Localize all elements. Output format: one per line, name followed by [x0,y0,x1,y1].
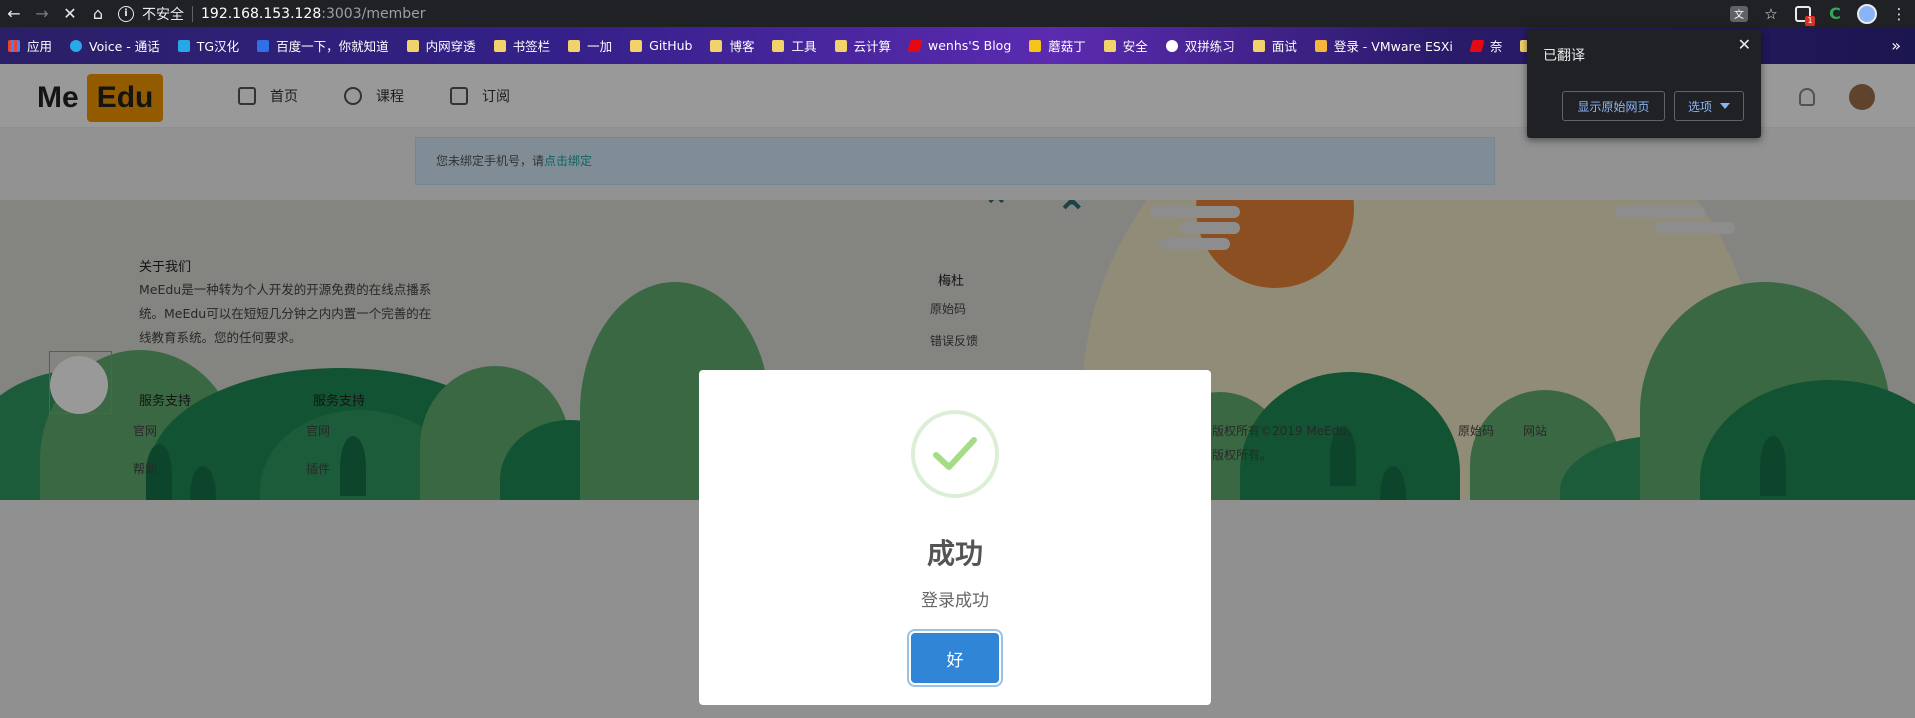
ok-button[interactable]: 好 [911,633,999,683]
apps-icon [8,39,20,52]
bookmark-item[interactable]: 安全 [1103,36,1148,55]
translate-options-label: 选项 [1687,99,1712,114]
bookmark-label: 百度一下，你就知道 [276,39,389,54]
browser-address-bar: ← → ✕ ⌂ i 不安全 192.168.153.128:3003/membe… [0,0,1915,27]
security-label: 不安全 [142,6,184,23]
bookmarks-overflow-icon[interactable]: » [1891,27,1901,64]
stop-loading-icon[interactable]: ✕ [56,0,84,27]
bookmark-item[interactable]: 百度一下，你就知道 [257,36,389,55]
bookmark-item[interactable]: 双拼练习 [1165,36,1235,55]
folder-icon [406,39,419,52]
bookmark-label: 书签栏 [512,39,551,54]
bookmark-label: 登录 - VMware ESXi [1333,39,1453,54]
toolbar-right: 文 ☆ 1 C ⋮ [1723,0,1915,27]
red-icon [1469,39,1485,52]
bookmark-label: 工具 [791,39,817,54]
folder-icon [1252,39,1265,52]
bookmark-label: 蘑菇丁 [1048,39,1086,54]
bookmark-label: wenhs'S Blog [928,38,1012,53]
info-icon[interactable]: i [118,5,134,22]
bookmark-label: 奈 [1489,39,1503,54]
bookmark-label: TG汉化 [196,39,240,54]
bookmark-label: 一加 [587,39,613,54]
modal-message: 登录成功 [921,591,989,611]
bookmark-item[interactable]: 工具 [772,36,817,55]
extension-icon[interactable]: 1 [1787,0,1819,27]
close-icon[interactable]: ✕ [1738,35,1751,54]
bookmark-label: 博客 [729,39,755,54]
star-bookmark-icon[interactable]: ☆ [1755,0,1787,27]
bookmark-label: 安全 [1122,39,1148,54]
bookmark-item[interactable]: 云计算 [834,36,892,55]
bd-icon [257,39,270,52]
folder-icon [710,39,723,52]
bookmark-label: 面试 [1271,39,1297,54]
caret-down-icon [1720,103,1730,109]
bookmark-item[interactable]: 书签栏 [493,36,551,55]
bookmark-item[interactable]: TG汉化 [177,36,240,55]
url-divider [192,5,193,22]
bookmark-label: 云计算 [853,39,892,54]
bookmark-item[interactable]: 奈 [1469,36,1503,55]
bookmark-item[interactable]: 面试 [1252,36,1297,55]
profile-avatar-icon[interactable] [1851,0,1883,27]
green-c-extension-icon[interactable]: C [1819,0,1851,27]
extension-badge: 1 [1805,15,1815,26]
folder-icon [834,39,847,52]
vm-icon [1314,39,1327,52]
translate-popup-title: 已翻译 [1543,48,1585,64]
folder-icon [772,39,785,52]
translate-icon[interactable]: 文 [1723,0,1755,27]
folder-icon [630,39,643,52]
folder-icon [568,39,581,52]
home-icon[interactable]: ⌂ [84,0,112,27]
bookmark-item[interactable]: 蘑菇丁 [1029,36,1086,55]
translate-options-button[interactable]: 选项 [1674,91,1744,121]
yellow-icon [1029,39,1042,52]
blue-icon [70,39,83,52]
success-modal: 成功 登录成功 好 [699,370,1211,705]
bookmark-item[interactable]: 内网穿透 [406,36,476,55]
bookmark-item[interactable]: 博客 [710,36,754,55]
forward-arrow-icon[interactable]: → [28,0,56,27]
back-arrow-icon[interactable]: ← [0,0,28,27]
bookmark-item[interactable]: 登录 - VMware ESXi [1314,36,1453,55]
url-path: :3003/member [321,5,426,22]
bookmark-item[interactable]: GitHub [630,38,692,53]
url-field[interactable]: i 不安全 192.168.153.128:3003/member [118,0,425,27]
bookmark-item[interactable]: Voice - 通话 [70,36,160,55]
folder-icon [1103,39,1116,52]
bookmark-item[interactable]: 应用 [8,36,52,55]
folder-icon [493,39,506,52]
red-icon [907,39,923,52]
bookmark-label: 内网穿透 [425,39,476,54]
show-original-button[interactable]: 显示原始网页 [1562,91,1665,121]
translate-popup: 已翻译 ✕ 显示原始网页 选项 [1527,29,1761,138]
url-host: 192.168.153.128 [201,5,322,22]
bookmark-item[interactable]: 一加 [568,36,612,55]
bookmark-label: Voice - 通话 [89,39,160,54]
globe-icon [1165,39,1178,52]
bookmark-label: GitHub [649,38,693,53]
checkmark-icon [933,437,977,470]
modal-title: 成功 [926,537,983,570]
success-check-icon [911,410,999,498]
bookmark-label: 双拼练习 [1184,39,1235,54]
tg-icon [177,39,190,52]
browser-menu-icon[interactable]: ⋮ [1883,0,1915,27]
bookmark-label: 应用 [27,39,53,54]
bookmark-item[interactable]: wenhs'S Blog [907,38,1012,53]
